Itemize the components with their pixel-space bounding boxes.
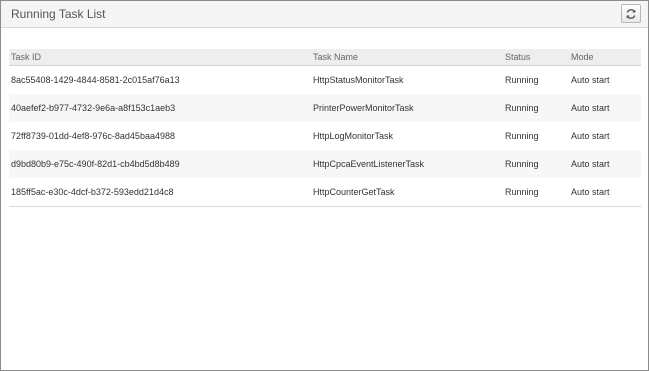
status-cell: Running <box>503 94 569 122</box>
mode-cell: Auto start <box>571 131 610 141</box>
column-header-task-id[interactable]: Task ID <box>9 49 311 66</box>
table-row[interactable]: d9bd80b9-e75c-490f-82d1-cb4bd5d8b489 Htt… <box>9 150 641 178</box>
column-header-task-name[interactable]: Task Name <box>311 49 503 66</box>
task-name-cell: HttpLogMonitorTask <box>313 131 394 141</box>
table-header-row: Task ID Task Name Status Mode <box>9 49 641 66</box>
task-name-cell: HttpCpcaEventListenerTask <box>311 150 503 178</box>
status-cell: Running <box>503 150 569 178</box>
task-id-cell: 72ff8739-01dd-4ef8-976c-8ad45baa4988 <box>11 131 175 141</box>
panel-header: Running Task List <box>1 1 648 28</box>
table-row[interactable]: 40aefef2-b977-4732-9e6a-a8f153c1aeb3 Pri… <box>9 94 641 122</box>
mode-cell: Auto start <box>569 178 641 207</box>
task-name-cell: PrinterPowerMonitorTask <box>311 94 503 122</box>
table-row[interactable]: 185ff5ac-e30c-4dcf-b372-593edd21d4c8 Htt… <box>9 178 641 207</box>
task-id-cell: 185ff5ac-e30c-4dcf-b372-593edd21d4c8 <box>9 178 311 207</box>
mode-cell: Auto start <box>569 94 641 122</box>
refresh-icon <box>625 8 637 20</box>
task-id-cell: 40aefef2-b977-4732-9e6a-a8f153c1aeb3 <box>9 94 311 122</box>
panel-title: Running Task List <box>11 7 106 21</box>
status-cell: Running <box>505 131 539 141</box>
task-table: Task ID Task Name Status Mode 8ac55408-1… <box>9 49 641 207</box>
mode-cell: Auto start <box>571 75 610 85</box>
task-name-cell: HttpStatusMonitorTask <box>313 75 404 85</box>
table-row[interactable]: 8ac55408-1429-4844-8581-2c015af76a13 Htt… <box>9 66 641 95</box>
status-cell: Running <box>505 75 539 85</box>
table-row[interactable]: 72ff8739-01dd-4ef8-976c-8ad45baa4988 Htt… <box>9 122 641 150</box>
running-task-panel: Running Task List Task ID Task Name Stat… <box>0 0 649 371</box>
column-header-status[interactable]: Status <box>503 49 569 66</box>
refresh-button[interactable] <box>621 4 641 23</box>
mode-cell: Auto start <box>569 150 641 178</box>
status-cell: Running <box>503 178 569 207</box>
task-id-cell: 8ac55408-1429-4844-8581-2c015af76a13 <box>11 75 180 85</box>
task-id-cell: d9bd80b9-e75c-490f-82d1-cb4bd5d8b489 <box>9 150 311 178</box>
task-name-cell: HttpCounterGetTask <box>311 178 503 207</box>
column-header-mode[interactable]: Mode <box>569 49 641 66</box>
